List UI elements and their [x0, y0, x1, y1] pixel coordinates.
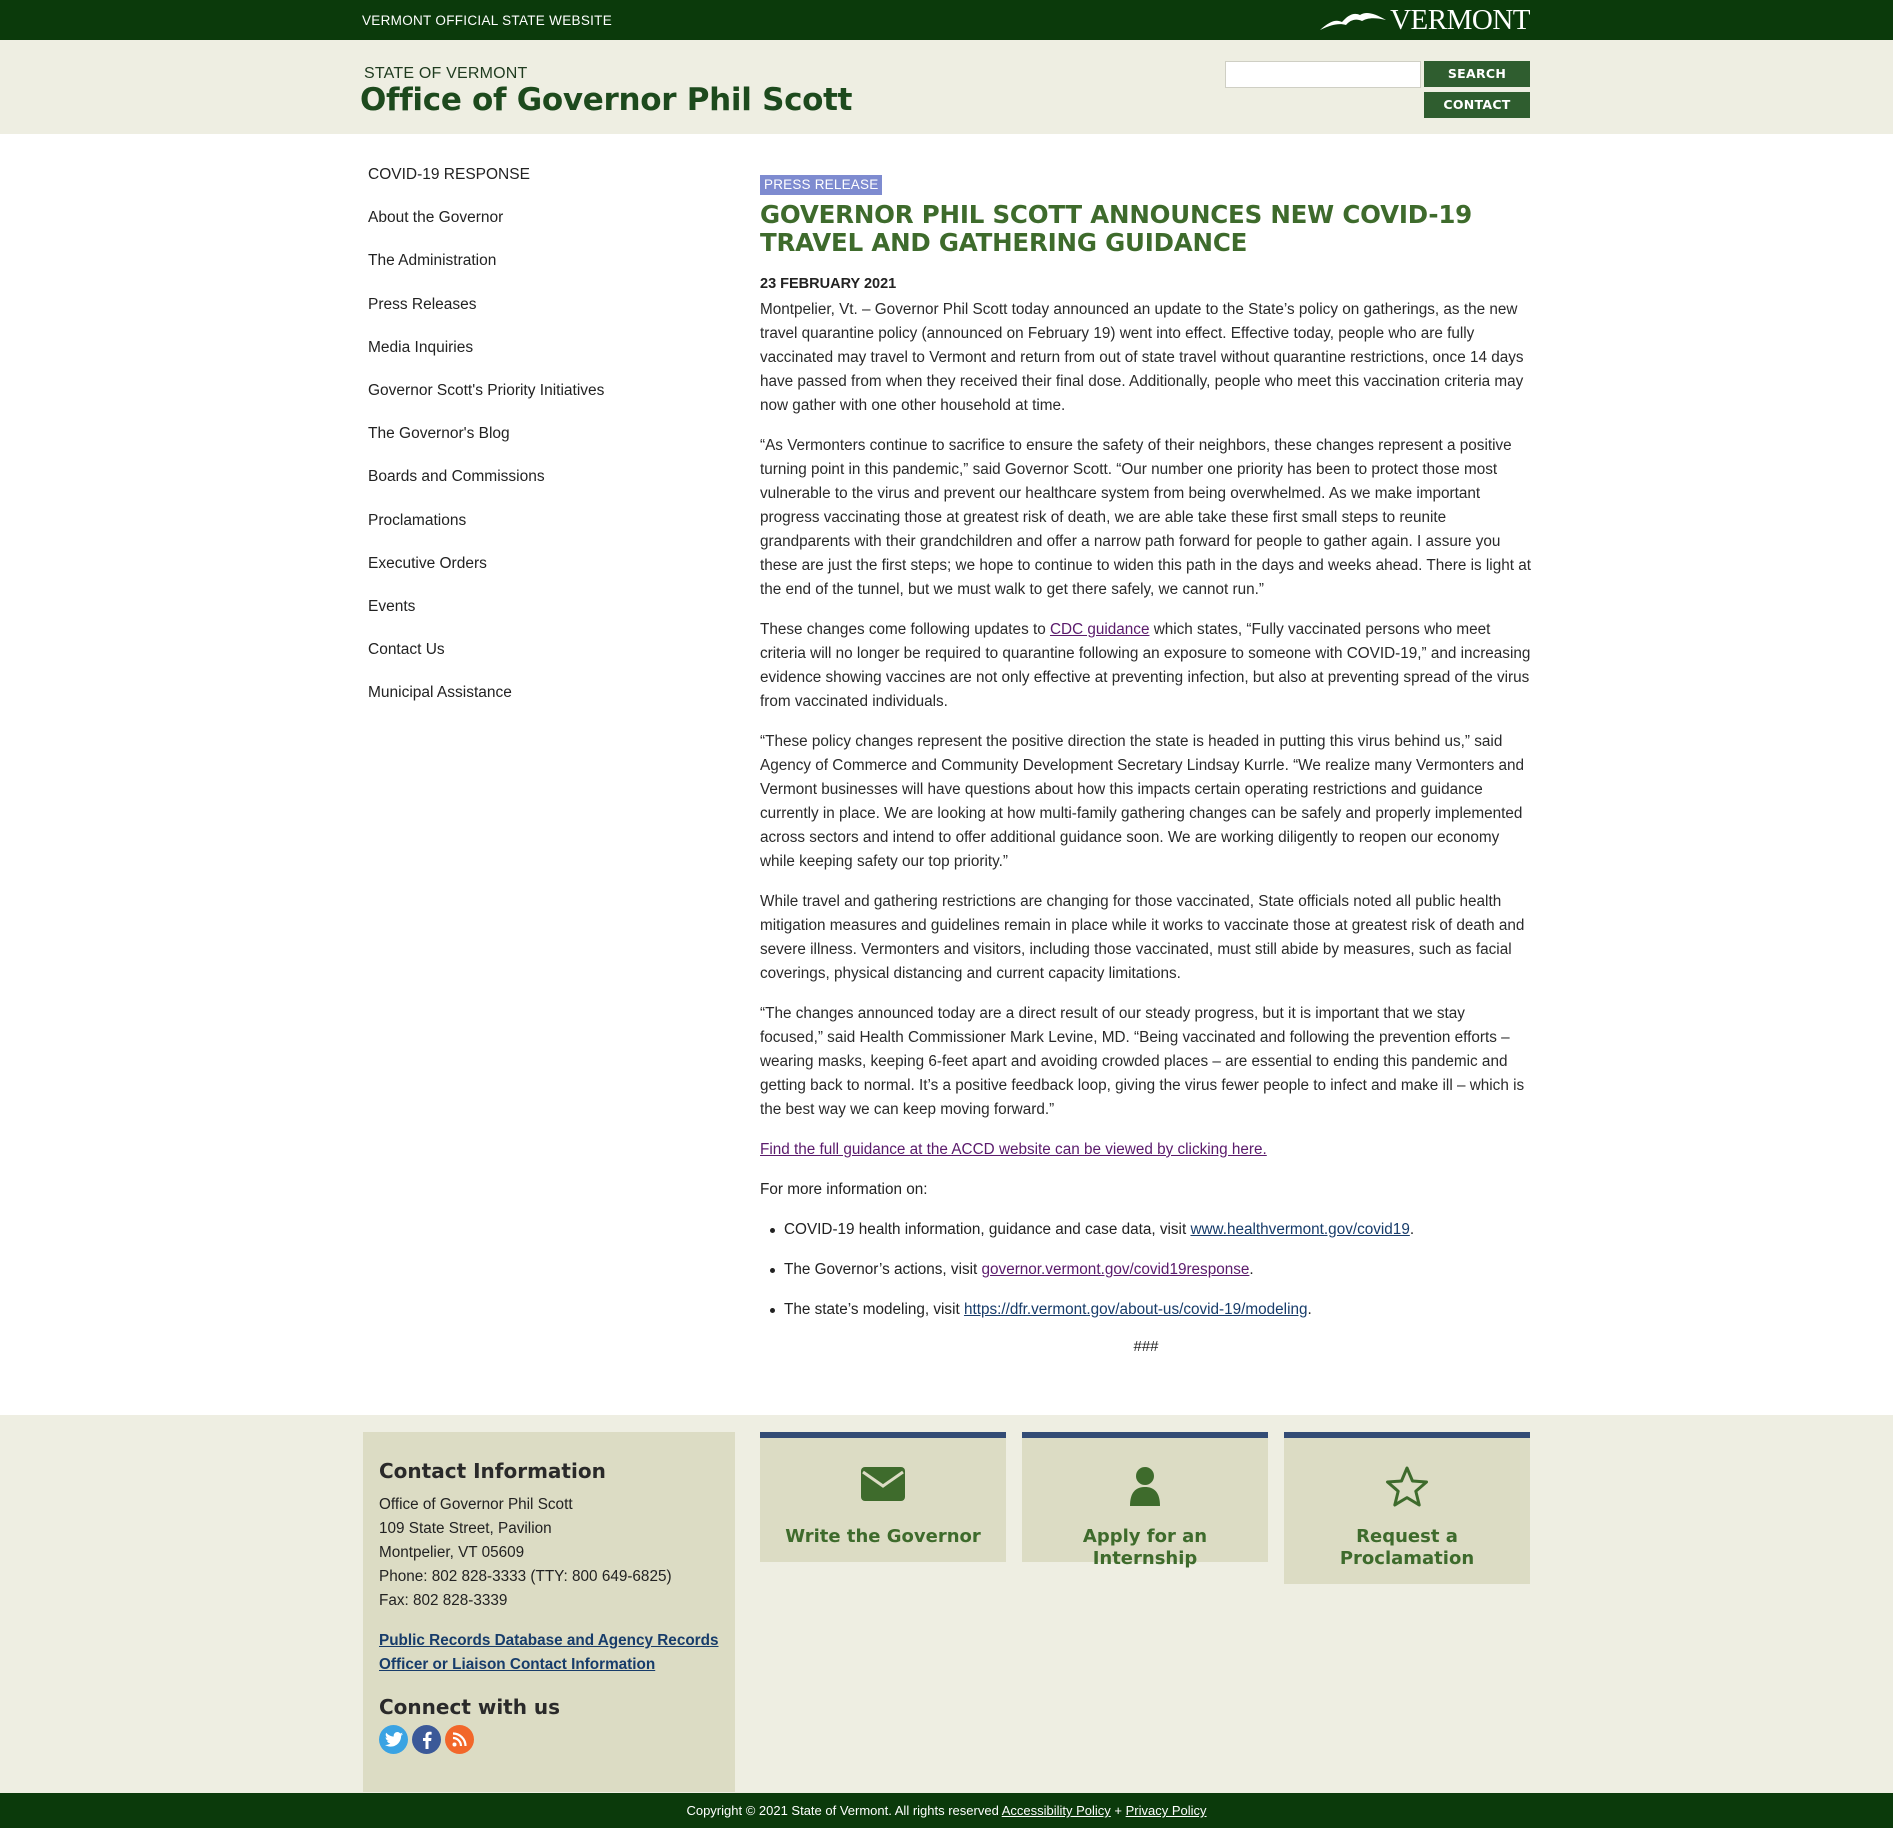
connect-heading: Connect with us — [379, 1695, 561, 1719]
sidebar-item-events[interactable]: Events — [368, 596, 698, 639]
sidebar-item-governors-blog[interactable]: The Governor's Blog — [368, 423, 698, 466]
public-records-link[interactable]: Public Records Database and Agency Recor… — [379, 1629, 719, 1677]
contact-button[interactable]: CONTACT — [1424, 92, 1530, 118]
vermont-logo[interactable]: VERMONT — [1320, 4, 1530, 36]
sidebar-item-media-inquiries[interactable]: Media Inquiries — [368, 337, 698, 380]
search-input[interactable] — [1225, 61, 1421, 88]
user-icon — [1022, 1466, 1268, 1512]
list-item-text: The Governor’s actions, visit — [784, 1261, 982, 1278]
article-paragraph: “As Vermonters continue to sacrifice to … — [760, 437, 1531, 598]
facebook-icon[interactable] — [412, 1725, 441, 1754]
tile-label: Write the Governor — [785, 1526, 981, 1547]
paragraph-text: These changes come following updates to — [760, 621, 1050, 638]
article-paragraph: While travel and gathering restrictions … — [760, 893, 1525, 982]
top-bar: VERMONT OFFICIAL STATE WEBSITE VERMONT — [0, 0, 1893, 40]
write-governor-tile[interactable]: Write the Governor — [760, 1432, 1006, 1562]
state-label: STATE OF VERMONT — [364, 65, 528, 82]
privacy-policy-link[interactable]: Privacy Policy — [1126, 1803, 1207, 1818]
apply-internship-tile[interactable]: Apply for an Internship — [1022, 1432, 1268, 1569]
sidebar-item-about-governor[interactable]: About the Governor — [368, 207, 698, 250]
full-guidance-link[interactable]: Find the full guidance at the ACCD websi… — [760, 1138, 1532, 1162]
contact-info-box: Contact Information Office of Governor P… — [363, 1432, 735, 1792]
article-title: GOVERNOR PHIL SCOTT ANNOUNCES NEW COVID-… — [760, 200, 1473, 257]
list-item-period: . — [1409, 1221, 1415, 1238]
press-release-tag[interactable]: PRESS RELEASE — [760, 175, 883, 195]
sidebar-item-contact-us[interactable]: Contact Us — [368, 639, 698, 682]
request-proclamation-tile[interactable]: Request a Proclamation — [1284, 1432, 1530, 1584]
site-header: STATE OF VERMONT Office of Governor Phil… — [0, 40, 1893, 134]
office-title[interactable]: Office of Governor Phil Scott — [360, 82, 853, 118]
contact-line: Montpelier, VT 05609 — [379, 1544, 525, 1561]
more-info-label: For more information on: — [760, 1181, 928, 1198]
list-item-period: . — [1307, 1301, 1312, 1318]
article-paragraph: These changes come following updates to … — [760, 618, 1532, 714]
separator-text: + — [1110, 1803, 1126, 1818]
covid-response-link[interactable]: governor.vermont.gov/covid19response — [982, 1261, 1250, 1278]
sidebar-item-administration[interactable]: The Administration — [368, 250, 698, 293]
twitter-icon[interactable] — [379, 1725, 408, 1754]
sidebar-item-priority-initiatives[interactable]: Governor Scott's Priority Initiatives — [368, 380, 698, 423]
end-marker: ### — [1133, 1338, 1159, 1355]
list-item-text: COVID-19 health information, guidance an… — [784, 1221, 1191, 1238]
healthvermont-link[interactable]: www.healthvermont.gov/covid19 — [1190, 1221, 1409, 1238]
mountain-icon — [1320, 12, 1387, 30]
rss-icon[interactable] — [445, 1725, 474, 1754]
star-icon — [1284, 1466, 1530, 1512]
search-button[interactable]: SEARCH — [1424, 61, 1530, 87]
sidebar-item-proclamations[interactable]: Proclamations — [368, 510, 698, 553]
sidebar-item-press-releases[interactable]: Press Releases — [368, 294, 698, 337]
official-site-label: VERMONT OFFICIAL STATE WEBSITE — [362, 13, 613, 28]
sidebar-nav: COVID-19 RESPONSE About the Governor The… — [368, 164, 698, 725]
contact-line: 109 State Street, Pavilion — [379, 1520, 552, 1537]
contact-line: Phone: 802 828-3333 (TTY: 800 649-6825) — [379, 1568, 672, 1585]
tile-label: Apply for an Internship — [1082, 1526, 1208, 1569]
modeling-link[interactable]: https://dfr.vermont.gov/about-us/covid-1… — [964, 1301, 1308, 1318]
sidebar-item-covid-response[interactable]: COVID-19 RESPONSE — [368, 164, 698, 207]
list-item-period: . — [1249, 1261, 1254, 1278]
sidebar-item-boards-commissions[interactable]: Boards and Commissions — [368, 466, 698, 509]
list-item-text: The state’s modeling, visit — [784, 1301, 964, 1318]
social-links — [379, 1725, 719, 1754]
contact-line: Office of Governor Phil Scott — [379, 1496, 573, 1513]
list-item: COVID-19 health information, guidance an… — [760, 1218, 1532, 1242]
footer: Contact Information Office of Governor P… — [0, 1415, 1893, 1793]
contact-line: Fax: 802 828-3339 — [379, 1592, 508, 1609]
sidebar-item-municipal-assistance[interactable]: Municipal Assistance — [368, 682, 698, 725]
article: PRESS RELEASE GOVERNOR PHIL SCOTT ANNOUN… — [760, 175, 1532, 1355]
tile-label: Request a Proclamation — [1339, 1526, 1475, 1569]
sidebar-item-executive-orders[interactable]: Executive Orders — [368, 553, 698, 596]
contact-info-heading: Contact Information — [379, 1459, 606, 1483]
article-paragraph: Montpelier, Vt. – Governor Phil Scott to… — [760, 301, 1524, 414]
article-paragraph: “These policy changes represent the posi… — [760, 733, 1525, 870]
article-date: 23 FEBRUARY 2021 — [760, 276, 897, 292]
vermont-logo-text: VERMONT — [1390, 4, 1530, 36]
cdc-guidance-link[interactable]: CDC guidance — [1050, 621, 1149, 638]
info-list: COVID-19 health information, guidance an… — [760, 1218, 1532, 1322]
article-paragraph: “The changes announced today are a direc… — [760, 1005, 1525, 1118]
copyright-bar: Copyright © 2021 State of Vermont. All r… — [0, 1793, 1893, 1828]
envelope-icon — [760, 1466, 1006, 1512]
list-item: The Governor’s actions, visit governor.v… — [760, 1258, 1532, 1282]
copyright-text: Copyright © 2021 State of Vermont. All r… — [686, 1803, 1002, 1818]
accessibility-policy-link[interactable]: Accessibility Policy — [1002, 1803, 1111, 1818]
list-item: The state’s modeling, visit https://dfr.… — [760, 1298, 1532, 1322]
